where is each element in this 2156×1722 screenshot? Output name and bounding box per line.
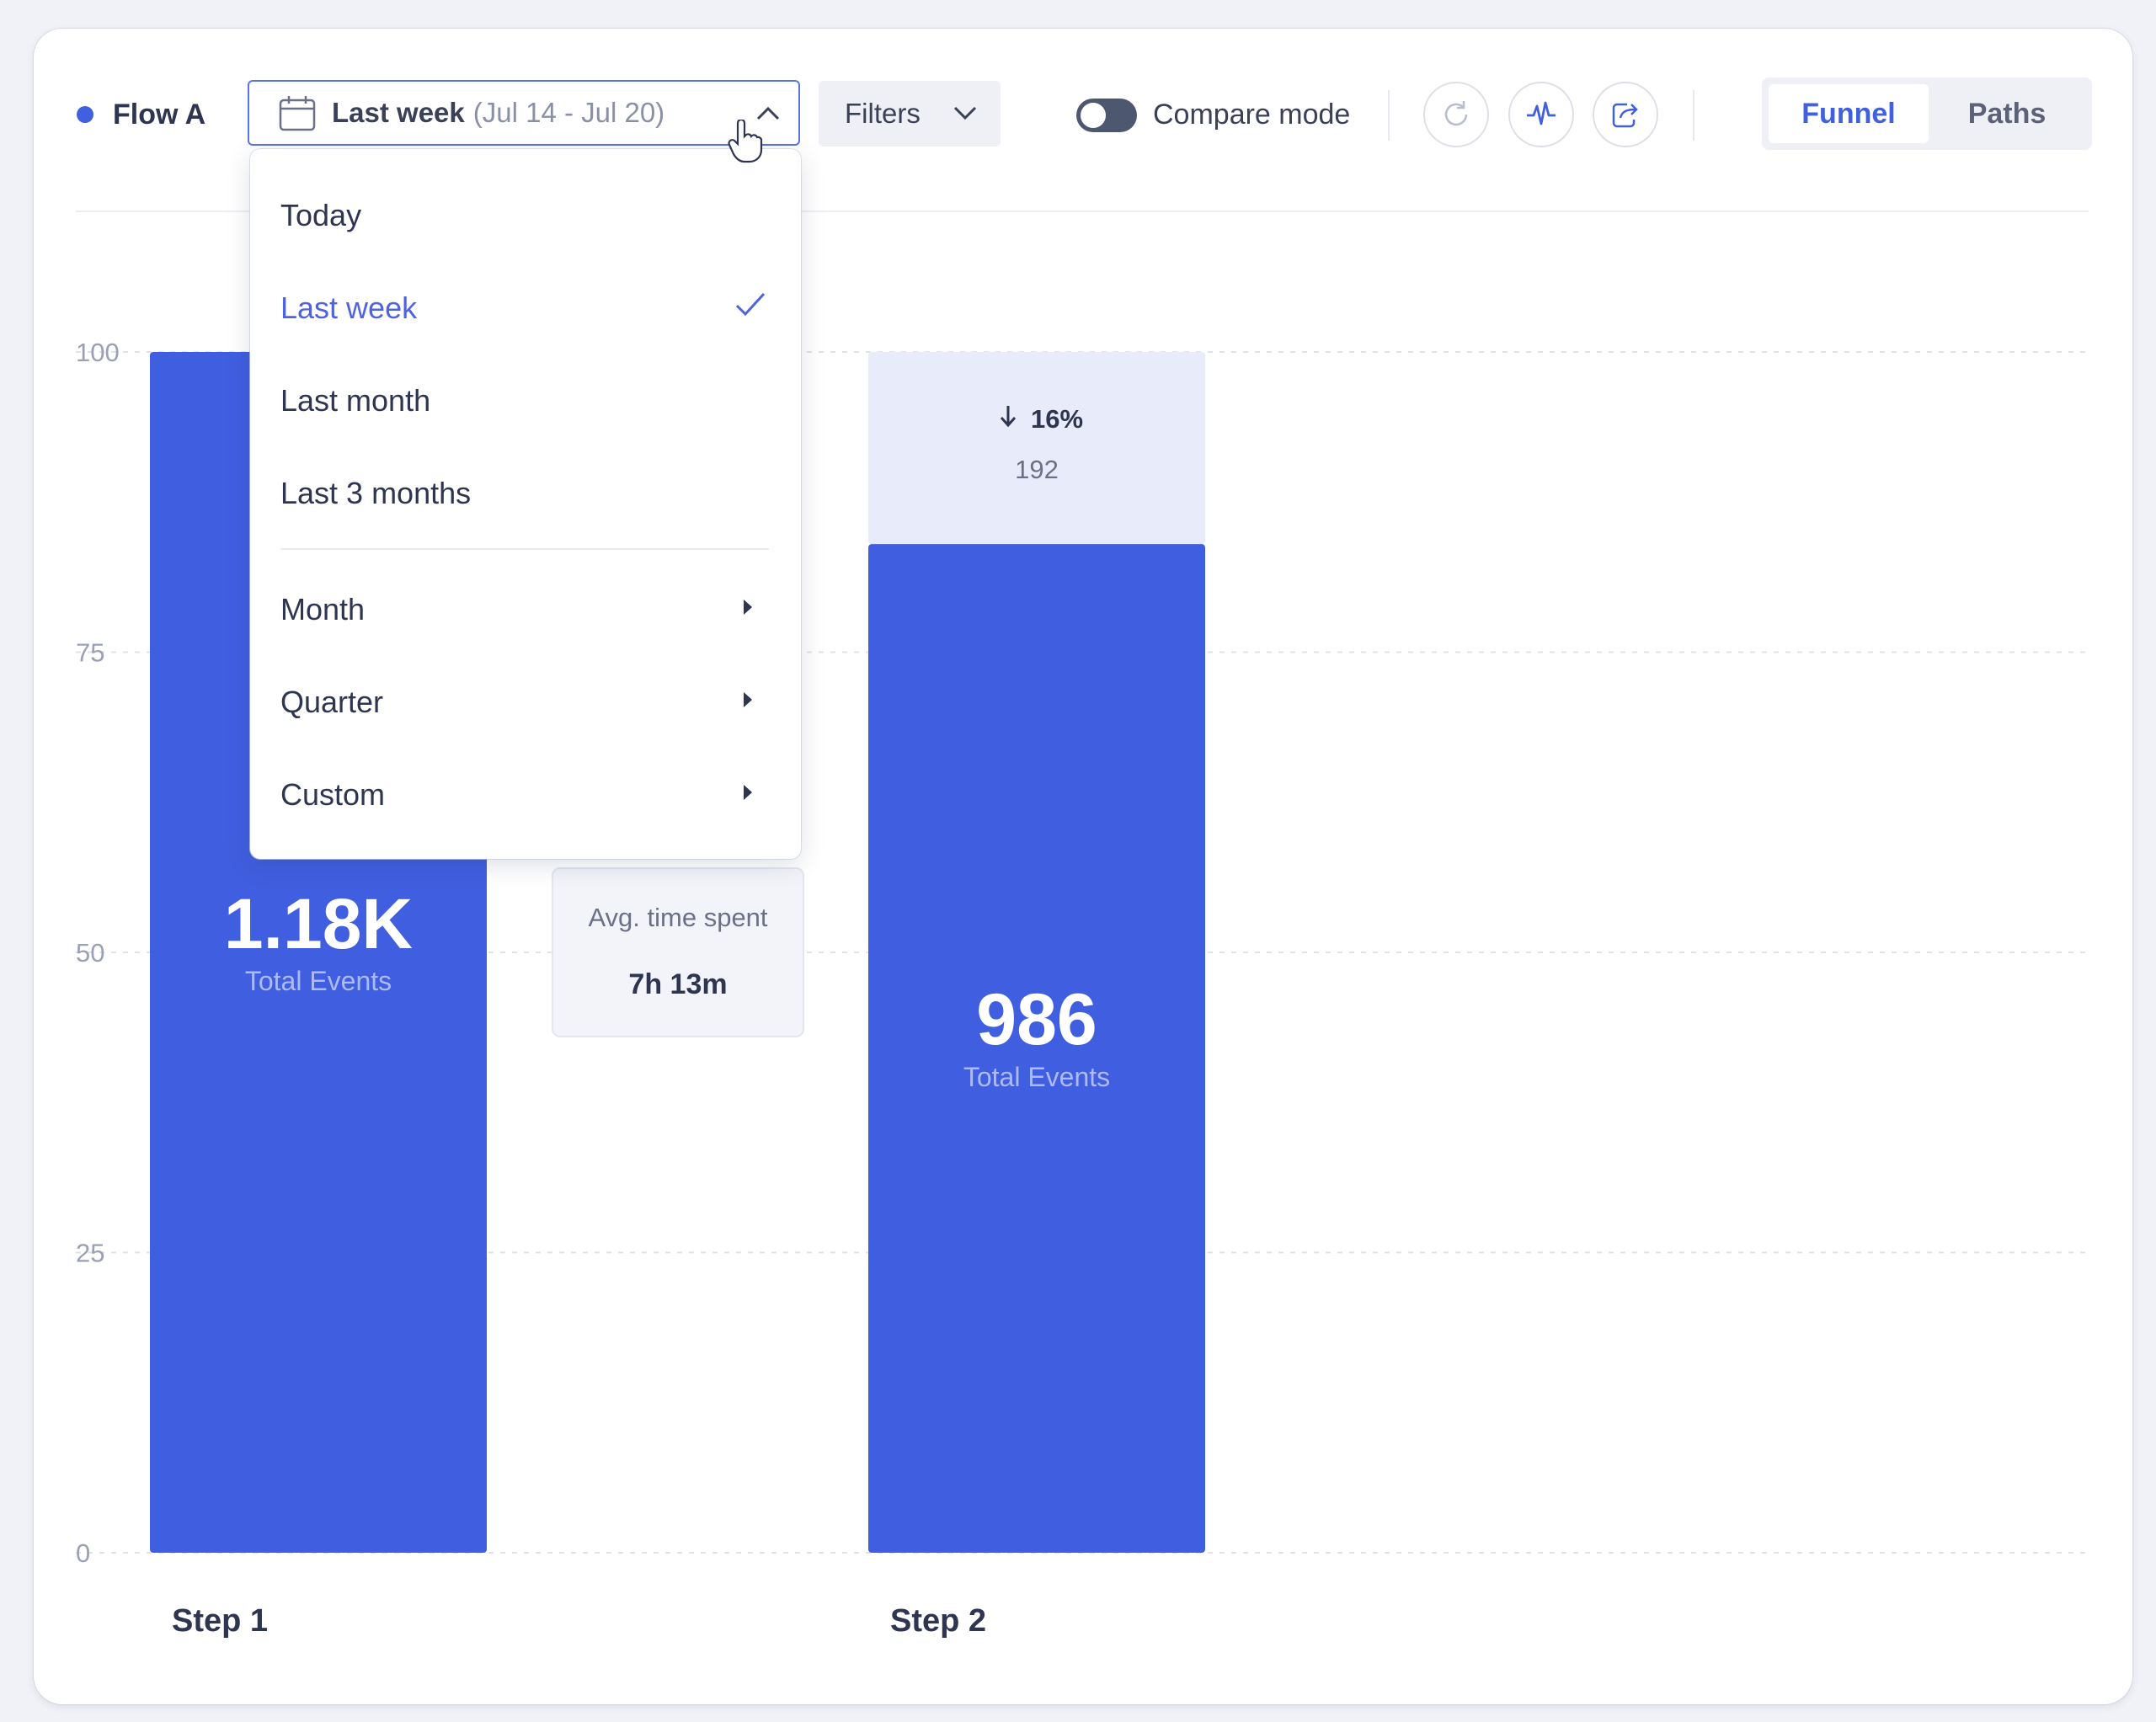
bar-total-caption: Total Events bbox=[963, 1062, 1110, 1092]
avg-time-card: Avg. time spent 7h 13m bbox=[552, 867, 804, 1037]
menu-item-month[interactable]: Month bbox=[280, 589, 365, 631]
check-icon bbox=[735, 292, 766, 317]
hand-cursor-icon bbox=[728, 120, 763, 163]
menu-item-today[interactable]: Today bbox=[280, 195, 361, 237]
y-tick-label: 50 bbox=[76, 938, 104, 968]
caret-right-icon bbox=[744, 785, 752, 800]
y-tick-label: 0 bbox=[76, 1538, 90, 1568]
menu-item-quarter[interactable]: Quarter bbox=[280, 681, 383, 723]
menu-divider bbox=[280, 548, 769, 550]
dropoff-percent: 16% bbox=[1031, 404, 1083, 434]
dropoff-area bbox=[868, 352, 1205, 545]
bar-total-value: 986 bbox=[976, 979, 1097, 1060]
date-range-menu: Today Last week Last month Last 3 months… bbox=[250, 149, 801, 859]
step-label: Step 2 bbox=[890, 1603, 987, 1639]
avg-time-value: 7h 13m bbox=[628, 968, 728, 1000]
y-tick-label: 25 bbox=[76, 1239, 104, 1268]
menu-item-last-3-months[interactable]: Last 3 months bbox=[280, 472, 471, 514]
dropoff-count: 192 bbox=[1015, 455, 1059, 484]
y-tick-label: 75 bbox=[76, 638, 104, 668]
menu-item-last-month[interactable]: Last month bbox=[280, 380, 430, 422]
caret-right-icon bbox=[744, 600, 752, 615]
bar-total-value: 1.18K bbox=[224, 884, 413, 963]
step-label: Step 1 bbox=[172, 1603, 269, 1639]
y-tick-label: 100 bbox=[76, 338, 120, 367]
bar-total-caption: Total Events bbox=[245, 966, 392, 996]
menu-item-custom[interactable]: Custom bbox=[280, 774, 385, 816]
caret-right-icon bbox=[744, 692, 752, 707]
menu-item-last-week[interactable]: Last week bbox=[280, 287, 417, 329]
avg-time-label: Avg. time spent bbox=[588, 903, 768, 932]
